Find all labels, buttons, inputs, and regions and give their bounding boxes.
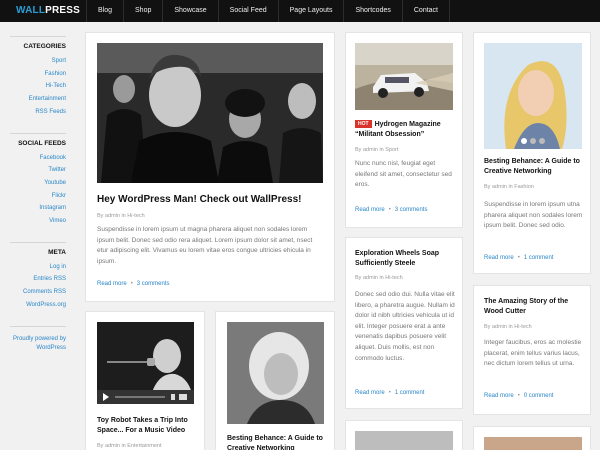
social-link-vimeo[interactable]: Vimeo: [10, 215, 66, 228]
post-image-partial[interactable]: [484, 437, 582, 450]
post-meta: By admin in Hi-tech: [97, 213, 145, 219]
post-meta: By admin in Entertainment: [97, 443, 162, 449]
nav-page-layouts[interactable]: Page Layouts: [277, 0, 344, 22]
category-link-sport[interactable]: Sport: [10, 55, 66, 68]
post-image-partial[interactable]: [355, 431, 453, 450]
post-meta: By admin in Hi-tech: [355, 275, 403, 281]
nav-social-feed[interactable]: Social Feed: [217, 0, 278, 22]
meta-link-login[interactable]: Log in: [10, 261, 66, 274]
read-more-link[interactable]: Read more: [484, 393, 514, 399]
post-footer: Read more • 1 comment: [355, 390, 424, 396]
post-excerpt: Suspendisse in lorem ipsum ut magna phar…: [97, 226, 313, 265]
post-footer: Read more • 0 comment: [484, 393, 553, 399]
post-image-band[interactable]: [97, 43, 323, 183]
post-footer: Read more • 3 comments: [97, 281, 169, 287]
hot-badge: HOT: [355, 120, 372, 128]
category-link-fashion[interactable]: Fashion: [10, 68, 66, 81]
comments-link[interactable]: 1 comment: [524, 255, 554, 261]
post-image-singer[interactable]: [97, 322, 194, 404]
main-nav: Blog Shop Showcase Social Feed Page Layo…: [86, 0, 450, 22]
category-link-rss-feeds[interactable]: RSS Feeds: [10, 106, 66, 119]
nav-contact[interactable]: Contact: [401, 0, 450, 22]
post-image-rally-car[interactable]: [355, 43, 453, 110]
post-excerpt: Integer faucibus, eros ac molestie place…: [484, 339, 582, 368]
post-card-behance-left: Besting Behance: A Guide to Creative Net…: [215, 311, 335, 450]
meta-link-entries-rss[interactable]: Entries RSS: [10, 273, 66, 286]
post-image-blonde-bw[interactable]: [227, 322, 324, 424]
top-navigation-bar: WALLPRESS Blog Shop Showcase Social Feed…: [0, 0, 600, 22]
post-title[interactable]: Toy Robot Takes a Trip Into Space... For…: [97, 416, 197, 436]
meta-link-comments-rss[interactable]: Comments RSS: [10, 286, 66, 299]
logo-part-press: PRESS: [45, 5, 81, 16]
sidebar: CATEGORIES Sport Fashion Hi-Tech Enterta…: [10, 36, 66, 367]
post-card-wood-cutter: The Amazing Story of the Wood Cutter By …: [473, 285, 591, 415]
post-title[interactable]: Exploration Wheels Soap Sufficiently Ste…: [355, 249, 455, 269]
post-title[interactable]: Hey WordPress Man! Check out WallPress!: [97, 194, 323, 206]
social-link-facebook[interactable]: Facebook: [10, 152, 66, 165]
read-more-link[interactable]: Read more: [97, 281, 127, 287]
rally-car-photo-icon: [355, 43, 453, 110]
logo-part-wall: WALL: [16, 5, 46, 16]
post-card-behance-right: Besting Behance: A Guide to Creative Net…: [473, 32, 591, 274]
post-meta: By admin in Hi-tech: [484, 324, 532, 330]
comments-link[interactable]: 0 comment: [524, 393, 554, 399]
social-link-instagram[interactable]: Instagram: [10, 202, 66, 215]
widget-title: CATEGORIES: [23, 43, 67, 50]
band-photo-icon: [97, 43, 323, 183]
post-meta: By admin in Sport: [355, 147, 399, 153]
powered-by: Proudly powered by WordPress: [10, 325, 66, 353]
post-title[interactable]: HOT Hydrogen Magazine “Militant Obsession…: [355, 120, 455, 140]
separator-dot: •: [130, 281, 133, 287]
site-logo[interactable]: WALLPRESS: [16, 5, 80, 17]
nav-shop[interactable]: Shop: [123, 0, 162, 22]
post-title[interactable]: Besting Behance: A Guide to Creative Net…: [227, 434, 331, 450]
post-title[interactable]: The Amazing Story of the Wood Cutter: [484, 297, 584, 317]
widget-title: META: [48, 248, 66, 256]
read-more-link[interactable]: Read more: [484, 255, 514, 261]
post-excerpt: Nunc nunc nisl, feugiat eget eleifend si…: [355, 160, 452, 189]
widget-title: SOCIAL FEEDS: [18, 139, 66, 147]
separator-dot: •: [388, 207, 391, 213]
social-feeds-widget: SOCIAL FEEDS Facebook Twitter Youtube Fl…: [10, 132, 66, 228]
nav-shortcodes[interactable]: Shortcodes: [343, 0, 401, 22]
post-card-partial-right: [473, 426, 591, 450]
separator-dot: •: [517, 393, 520, 399]
post-card-partial-middle: [345, 420, 463, 450]
nav-blog[interactable]: Blog: [86, 0, 123, 22]
post-card-robot: Toy Robot Takes a Trip Into Space... For…: [85, 311, 205, 450]
separator-dot: •: [388, 390, 391, 396]
meta-widget: META Log in Entries RSS Comments RSS Wor…: [10, 241, 66, 312]
post-card-hydrogen: HOT Hydrogen Magazine “Militant Obsession…: [345, 32, 463, 228]
category-link-hi-tech[interactable]: Hi-Tech: [10, 80, 66, 93]
separator-dot: •: [517, 255, 520, 261]
social-link-youtube[interactable]: Youtube: [10, 177, 66, 190]
post-footer: Read more • 1 comment: [484, 255, 553, 261]
category-link-entertainment[interactable]: Entertainment: [10, 93, 66, 106]
nav-showcase[interactable]: Showcase: [162, 0, 217, 22]
post-meta: By admin in Fashion: [484, 184, 534, 190]
video-thumbnail-icon: [97, 322, 194, 404]
read-more-link[interactable]: Read more: [355, 390, 385, 396]
categories-widget: CATEGORIES Sport Fashion Hi-Tech Enterta…: [10, 36, 66, 119]
read-more-link[interactable]: Read more: [355, 207, 385, 213]
comments-link[interactable]: 1 comment: [395, 390, 425, 396]
comments-link[interactable]: 3 comments: [395, 207, 428, 213]
post-card-wheels: Exploration Wheels Soap Sufficiently Ste…: [345, 237, 463, 409]
blonde-bw-photo-icon: [227, 322, 324, 424]
post-footer: Read more • 3 comments: [355, 207, 427, 213]
social-link-twitter[interactable]: Twitter: [10, 164, 66, 177]
social-link-flickr[interactable]: Flickr: [10, 190, 66, 203]
powered-by-link[interactable]: Proudly powered by WordPress: [10, 335, 66, 353]
blonde-photo-icon: [484, 43, 582, 149]
post-card-featured: Hey WordPress Man! Check out WallPress! …: [85, 32, 335, 302]
meta-link-wordpress-org[interactable]: WordPress.org: [10, 299, 66, 312]
post-excerpt: Donec sed odio dui. Nulla vitae elit lib…: [355, 291, 455, 362]
post-image-blonde[interactable]: [484, 43, 582, 149]
comments-link[interactable]: 3 comments: [137, 281, 170, 287]
post-excerpt: Suspendisse in lorem ipsum utna pharera …: [484, 201, 583, 230]
post-title[interactable]: Besting Behance: A Guide to Creative Net…: [484, 157, 588, 177]
